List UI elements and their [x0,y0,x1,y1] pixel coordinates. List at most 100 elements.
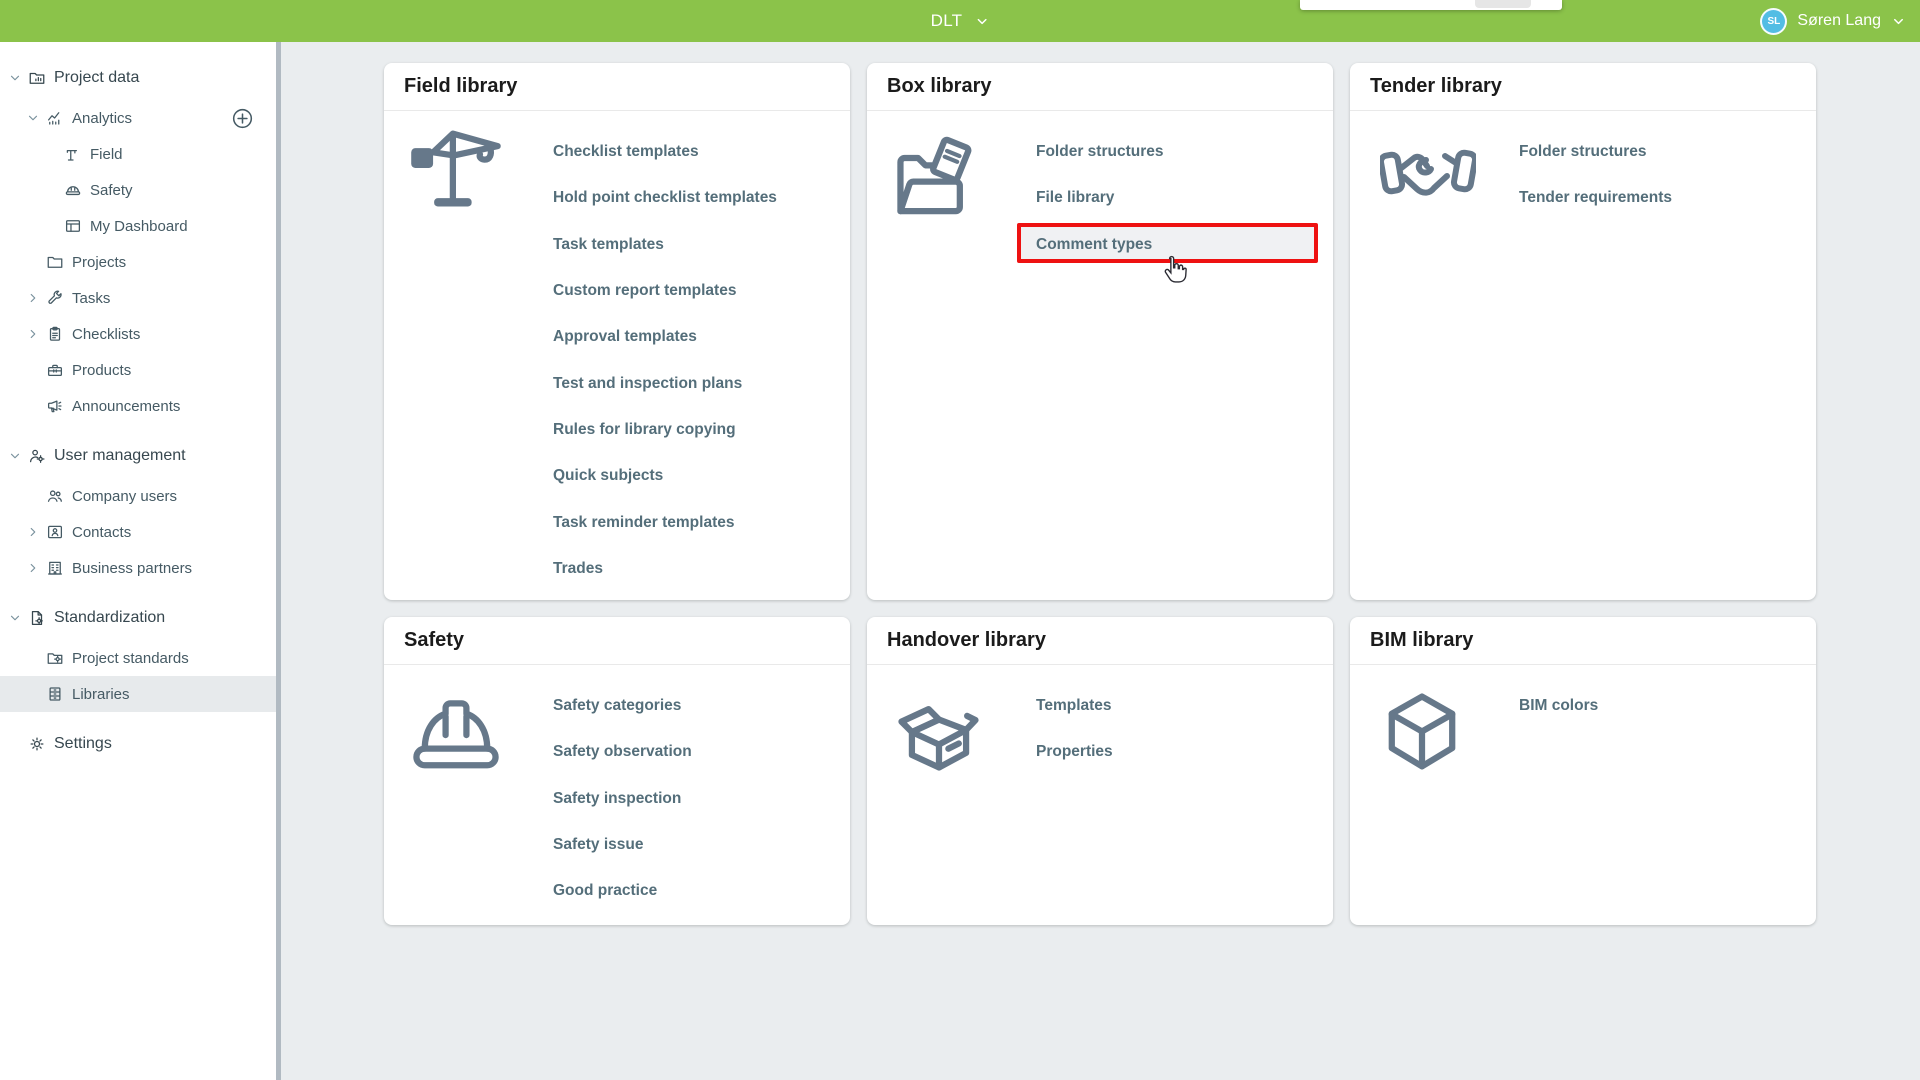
sidebar-item-field[interactable]: Field [0,136,276,172]
sidebar-item-settings[interactable]: Settings [0,722,276,766]
sidebar-item-label: Checklists [72,326,140,343]
card-title: Field library [384,63,850,111]
chevron-right-icon [26,561,46,575]
chevron-down-icon [8,449,28,463]
chevron-down-icon [8,611,28,625]
sidebar-item-label: Products [72,362,131,379]
sidebar-item-label: Settings [54,735,112,753]
megaphone-icon [46,397,64,415]
sidebar-item-label: User management [54,447,186,465]
hardhat-icon [406,683,506,783]
sidebar-item-label: Analytics [72,110,132,127]
user-gear-icon [28,447,46,465]
link-folder-structures[interactable]: Folder structures [1036,129,1333,175]
link-bim-colors[interactable]: BIM colors [1519,683,1816,729]
card-title: Tender library [1350,63,1816,111]
sidebar-item-label: Project standards [72,650,189,667]
link-safety-inspection[interactable]: Safety inspection [553,776,850,822]
link-templates[interactable]: Templates [1036,683,1333,729]
sidebar-item-libraries[interactable]: Libraries [0,676,276,712]
sidebar-item-label: Business partners [72,560,192,577]
sidebar-item-contacts[interactable]: Contacts [0,514,276,550]
link-properties[interactable]: Properties [1036,729,1333,775]
link-test-and-inspection-plans[interactable]: Test and inspection plans [553,360,850,406]
sidebar-item-label: Tasks [72,290,110,307]
card-field-library: Field library Checklist templates Hold p… [384,63,850,600]
sidebar-item-label: Project data [54,69,139,87]
link-rules-for-library-copying[interactable]: Rules for library copying [553,407,850,453]
link-custom-report-templates[interactable]: Custom report templates [553,268,850,314]
card-handover-library: Handover library Templates Properties [867,617,1333,925]
clipped-popup-button [1475,0,1531,8]
link-checklist-templates[interactable]: Checklist templates [553,129,850,175]
sidebar-item-label: Safety [90,182,133,199]
link-safety-observation[interactable]: Safety observation [553,729,850,775]
link-safety-categories[interactable]: Safety categories [553,683,850,729]
mouse-cursor-pointer [1159,253,1189,287]
analytics-icon [46,109,64,127]
user-menu[interactable]: SL Søren Lang [1760,0,1906,42]
chevron-right-icon [26,327,46,341]
sidebar-item-standardization[interactable]: Standardization [0,596,276,640]
link-folder-structures[interactable]: Folder structures [1519,129,1816,175]
sidebar: Project data Analytics Field Safety My D… [0,42,276,1080]
clipboard-icon [46,325,64,343]
crane-icon [406,119,506,219]
sidebar-item-project-data[interactable]: Project data [0,56,276,100]
link-hold-point-checklist-templates[interactable]: Hold point checklist templates [553,175,850,221]
card-title: Safety [384,617,850,665]
card-title: Handover library [867,617,1333,665]
open-box-icon [889,681,989,781]
folder-icon [46,253,64,271]
sidebar-item-analytics[interactable]: Analytics [0,100,276,136]
link-safety-issue[interactable]: Safety issue [553,822,850,868]
sidebar-item-my-dashboard[interactable]: My Dashboard [0,208,276,244]
folder-chart-icon [28,69,46,87]
sidebar-item-projects[interactable]: Projects [0,244,276,280]
crane-icon [64,145,82,163]
chevron-down-icon [974,14,989,29]
sidebar-item-label: Contacts [72,524,131,541]
clipped-popup [1300,0,1562,10]
building-icon [46,559,64,577]
project-selector[interactable]: DLT [931,0,990,42]
chevron-right-icon [26,525,46,539]
folder-gear-icon [46,649,64,667]
link-good-practice[interactable]: Good practice [553,868,850,914]
link-quick-subjects[interactable]: Quick subjects [553,453,850,499]
sidebar-item-tasks[interactable]: Tasks [0,280,276,316]
avatar: SL [1760,8,1787,35]
sidebar-item-label: Standardization [54,609,165,627]
link-task-reminder-templates[interactable]: Task reminder templates [553,499,850,545]
add-analytics-button[interactable] [230,106,254,130]
sidebar-item-label: Announcements [72,398,180,415]
toolbox-icon [46,361,64,379]
sidebar-item-project-standards[interactable]: Project standards [0,640,276,676]
card-tender-library: Tender library Folder structures Tender … [1350,63,1816,600]
sidebar-item-company-users[interactable]: Company users [0,478,276,514]
sidebar-item-label: Company users [72,488,177,505]
hardhat-icon [64,181,82,199]
sidebar-item-user-management[interactable]: User management [0,434,276,478]
dashboard-icon [64,217,82,235]
sidebar-item-business-partners[interactable]: Business partners [0,550,276,586]
link-file-library[interactable]: File library [1036,175,1333,221]
link-trades[interactable]: Trades [553,546,850,592]
card-safety: Safety Safety categories Safety observat… [384,617,850,925]
link-approval-templates[interactable]: Approval templates [553,314,850,360]
sidebar-item-announcements[interactable]: Announcements [0,388,276,424]
top-bar: DLT SL Søren Lang [0,0,1920,42]
contact-card-icon [46,523,64,541]
chevron-down-icon [1891,14,1906,29]
gear-icon [28,735,46,753]
users-icon [46,487,64,505]
link-task-templates[interactable]: Task templates [553,222,850,268]
sidebar-item-products[interactable]: Products [0,352,276,388]
sidebar-item-safety[interactable]: Safety [0,172,276,208]
user-name: Søren Lang [1797,12,1881,30]
sidebar-item-checklists[interactable]: Checklists [0,316,276,352]
chevron-right-icon [26,291,46,305]
link-tender-requirements[interactable]: Tender requirements [1519,175,1816,221]
cube-icon [1372,683,1472,783]
chevron-down-icon [26,111,46,125]
